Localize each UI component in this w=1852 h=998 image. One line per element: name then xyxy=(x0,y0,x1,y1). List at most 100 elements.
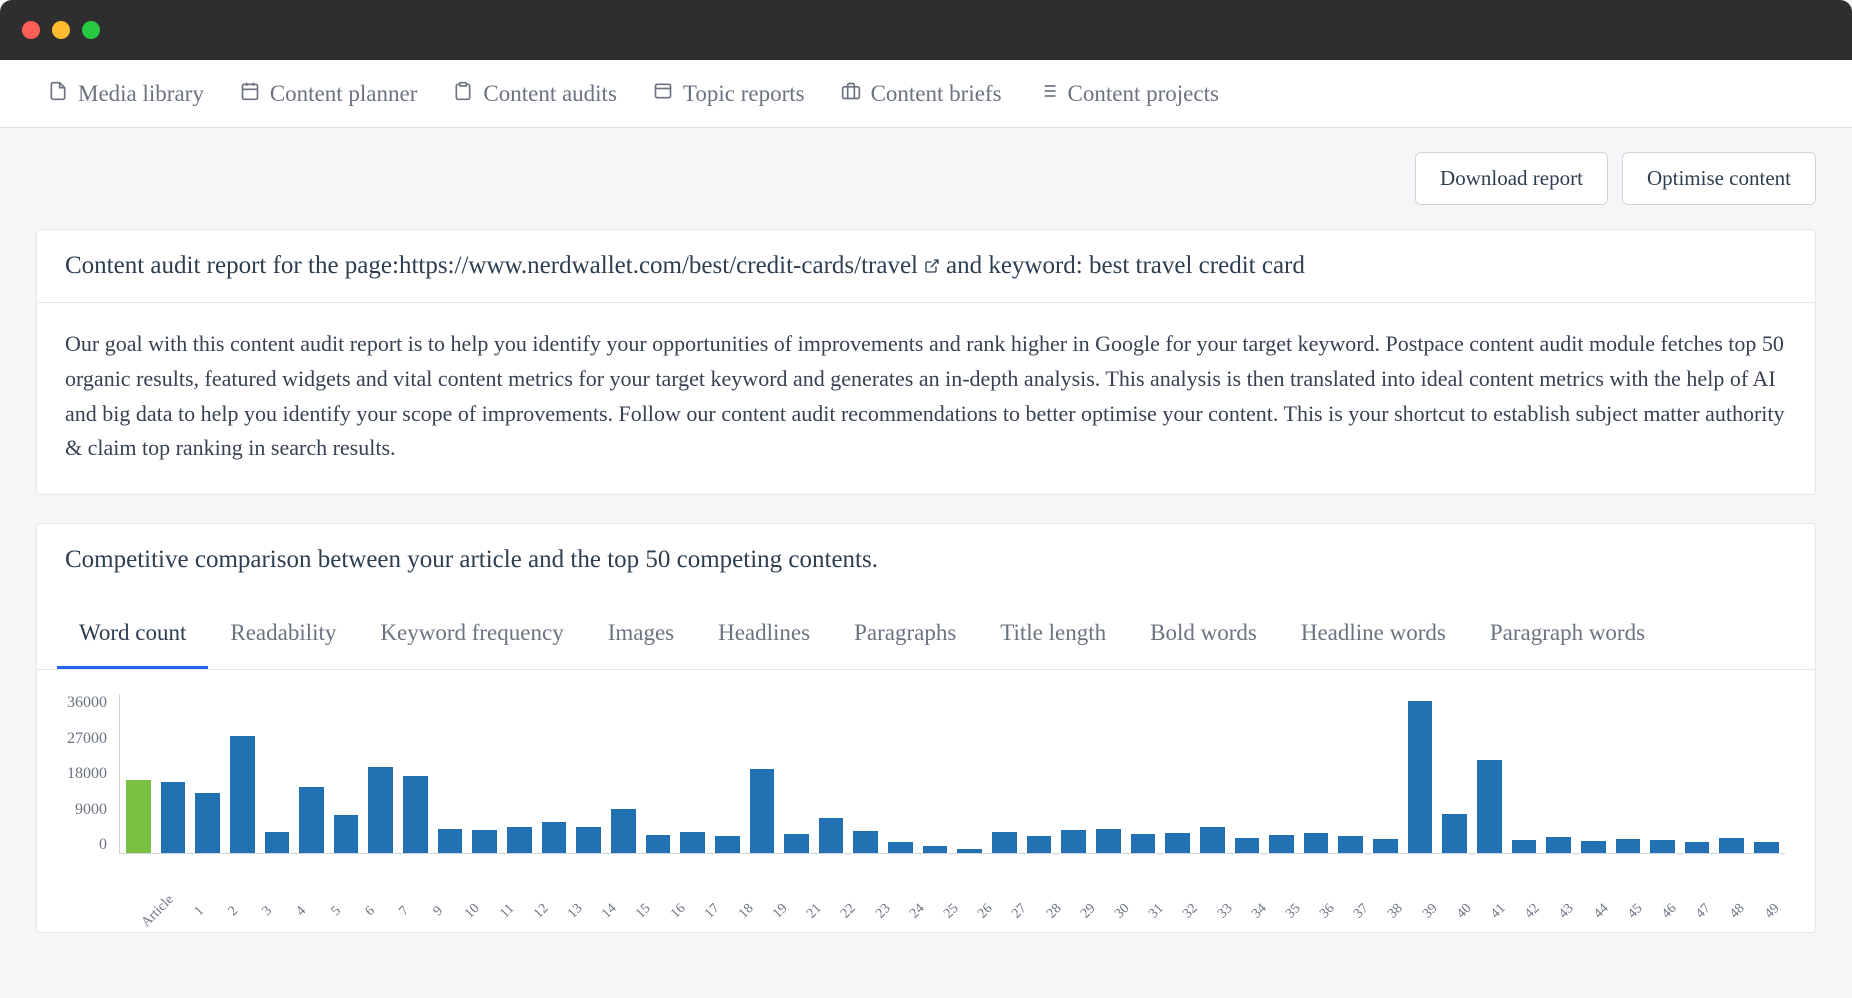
chart-bar[interactable] xyxy=(1165,833,1190,853)
chart-bar[interactable] xyxy=(1616,839,1641,853)
chart-bar[interactable] xyxy=(230,736,255,853)
chart-bar[interactable] xyxy=(161,782,186,853)
chart-bar[interactable] xyxy=(1408,701,1433,853)
chart-bar[interactable] xyxy=(265,832,290,853)
chart-bar[interactable] xyxy=(1304,833,1329,853)
chart-bar[interactable] xyxy=(1581,841,1606,853)
chart-bar[interactable] xyxy=(1754,842,1779,853)
calendar-icon xyxy=(240,81,260,107)
nav-item-content-planner[interactable]: Content planner xyxy=(240,81,418,107)
chart-bar[interactable] xyxy=(1200,827,1225,853)
chart-bar[interactable] xyxy=(715,836,740,853)
chart-bar[interactable] xyxy=(992,832,1017,853)
chart-bar[interactable] xyxy=(1235,838,1260,853)
window-titlebar xyxy=(0,0,1852,60)
chart-bar[interactable] xyxy=(1027,836,1052,853)
nav-item-label: Content projects xyxy=(1068,81,1219,107)
x-tick: 22 xyxy=(835,897,863,925)
chart-bar[interactable] xyxy=(1131,834,1156,853)
x-tick: 38 xyxy=(1382,897,1410,925)
x-tick: 18 xyxy=(732,897,760,925)
chart-bar[interactable] xyxy=(1338,836,1363,853)
chart-bar[interactable] xyxy=(507,827,532,854)
chart-bar[interactable] xyxy=(750,769,775,853)
chart-bar[interactable] xyxy=(784,834,809,853)
chart-bar[interactable] xyxy=(1096,829,1121,853)
x-tick: 35 xyxy=(1279,897,1307,925)
nav-item-topic-reports[interactable]: Topic reports xyxy=(653,81,805,107)
chart-bar[interactable] xyxy=(438,829,463,853)
x-tick: 34 xyxy=(1245,897,1273,925)
y-tick: 27000 xyxy=(67,730,107,748)
chart-bar[interactable] xyxy=(888,842,913,853)
chart-bar[interactable] xyxy=(853,831,878,853)
minimize-window-icon[interactable] xyxy=(52,21,70,39)
chart-bar[interactable] xyxy=(1373,839,1398,853)
chart-bar[interactable] xyxy=(680,832,705,853)
chart-bar[interactable] xyxy=(126,780,151,853)
x-tick: 27 xyxy=(1006,897,1034,925)
x-tick: 3 xyxy=(254,897,282,925)
chart-bar[interactable] xyxy=(646,835,671,853)
external-link-icon[interactable] xyxy=(924,258,940,274)
comparison-title: Competitive comparison between your arti… xyxy=(37,524,1815,596)
x-tick: 46 xyxy=(1655,897,1683,925)
x-tick: 15 xyxy=(630,897,658,925)
chart-bar[interactable] xyxy=(195,793,220,853)
x-tick: 23 xyxy=(869,897,897,925)
tab-headlines[interactable]: Headlines xyxy=(696,600,832,669)
tab-paragraph-words[interactable]: Paragraph words xyxy=(1468,600,1667,669)
chart-bar[interactable] xyxy=(611,809,636,853)
tab-word-count[interactable]: Word count xyxy=(57,600,208,669)
chart-bar[interactable] xyxy=(334,815,359,853)
optimise-content-button[interactable]: Optimise content xyxy=(1622,152,1816,205)
nav-item-media-library[interactable]: Media library xyxy=(48,81,204,107)
chart-bar[interactable] xyxy=(1269,835,1294,853)
nav-item-content-projects[interactable]: Content projects xyxy=(1038,81,1219,107)
report-intro: Our goal with this content audit report … xyxy=(37,303,1815,494)
chart-bar[interactable] xyxy=(1719,838,1744,853)
nav-item-content-audits[interactable]: Content audits xyxy=(453,81,617,107)
maximize-window-icon[interactable] xyxy=(82,21,100,39)
chart-bar[interactable] xyxy=(819,818,844,853)
chart-bar[interactable] xyxy=(472,830,497,853)
chart-bar[interactable] xyxy=(1546,837,1571,853)
x-tick: 44 xyxy=(1587,897,1615,925)
close-window-icon[interactable] xyxy=(22,21,40,39)
chart-bar[interactable] xyxy=(368,767,393,853)
chart-bar[interactable] xyxy=(1685,842,1710,853)
chart-bar[interactable] xyxy=(299,787,324,853)
report-url[interactable]: https://www.nerdwallet.com/best/credit-c… xyxy=(399,252,918,280)
chart-bar[interactable] xyxy=(1442,814,1467,853)
chart-bar[interactable] xyxy=(1477,760,1502,853)
tab-paragraphs[interactable]: Paragraphs xyxy=(832,600,978,669)
x-tick: 42 xyxy=(1519,897,1547,925)
chart-bar[interactable] xyxy=(1650,840,1675,853)
x-tick: 43 xyxy=(1553,897,1581,925)
x-tick: 16 xyxy=(664,897,692,925)
nav-item-content-briefs[interactable]: Content briefs xyxy=(841,81,1002,107)
x-tick: 47 xyxy=(1690,897,1718,925)
x-tick: 21 xyxy=(801,897,829,925)
chart-bar[interactable] xyxy=(1512,840,1537,853)
chart-bar[interactable] xyxy=(542,822,567,853)
tab-keyword-frequency[interactable]: Keyword frequency xyxy=(358,600,585,669)
chart-bar[interactable] xyxy=(923,846,948,854)
tab-images[interactable]: Images xyxy=(586,600,696,669)
y-tick: 18000 xyxy=(67,765,107,783)
tab-headline-words[interactable]: Headline words xyxy=(1279,600,1468,669)
chart-bar[interactable] xyxy=(1061,830,1086,853)
briefcase-icon xyxy=(841,81,861,107)
tab-bold-words[interactable]: Bold words xyxy=(1128,600,1279,669)
nav-item-label: Content planner xyxy=(270,81,418,107)
x-tick: 25 xyxy=(938,897,966,925)
chart-bar[interactable] xyxy=(576,827,601,854)
tab-readability[interactable]: Readability xyxy=(208,600,358,669)
file-icon xyxy=(48,81,68,107)
tab-title-length[interactable]: Title length xyxy=(978,600,1128,669)
list-icon xyxy=(1038,81,1058,107)
download-report-button[interactable]: Download report xyxy=(1415,152,1608,205)
x-tick: 5 xyxy=(322,897,350,925)
chart-bar[interactable] xyxy=(957,849,982,853)
chart-bar[interactable] xyxy=(403,776,428,853)
